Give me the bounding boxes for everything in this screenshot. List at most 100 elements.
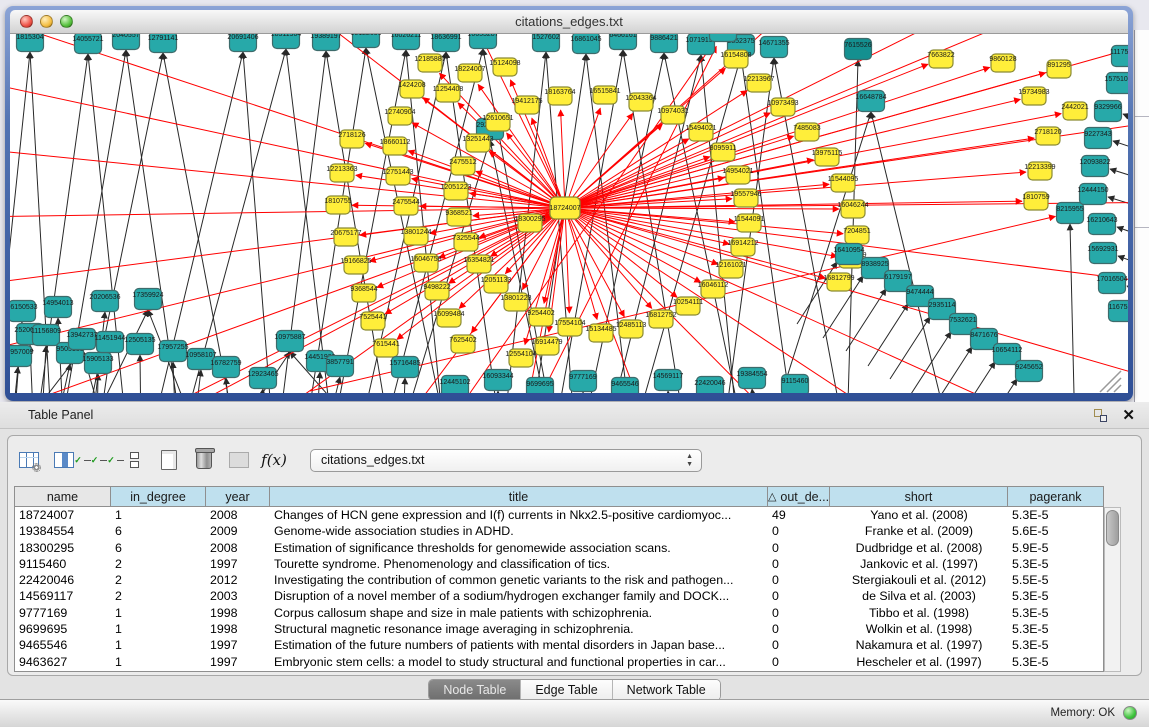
column-header-title[interactable]: title bbox=[270, 487, 768, 506]
table-cell[interactable]: Hescheler et al. (1997) bbox=[830, 654, 1008, 670]
scrollbar-thumb[interactable] bbox=[1106, 510, 1119, 546]
table-cell[interactable]: 5.6E-5 bbox=[1008, 523, 1103, 539]
table-cell[interactable]: 9463627 bbox=[15, 654, 111, 670]
table-cell[interactable]: Franke et al. (2009) bbox=[830, 523, 1008, 539]
table-cell[interactable]: 2009 bbox=[206, 523, 270, 539]
citation-graph[interactable]: 1815304140557212040557127911412069140618… bbox=[10, 34, 1128, 393]
tab-node-table[interactable]: Node Table bbox=[429, 680, 521, 700]
table-cell[interactable]: Embryonic stem cells: a model to study s… bbox=[270, 654, 768, 670]
table-row[interactable]: 1456911722003Disruption of a novel membe… bbox=[15, 588, 1103, 604]
window-titlebar[interactable]: citations_edges.txt bbox=[10, 10, 1128, 34]
table-cell[interactable]: 2 bbox=[111, 556, 206, 572]
table-cell[interactable]: Estimation of the future numbers of pati… bbox=[270, 637, 768, 653]
table-cell[interactable]: Corpus callosum shape and size in male p… bbox=[270, 605, 768, 621]
table-select-dropdown[interactable]: citations_edges.txt ▲▼ bbox=[310, 449, 702, 472]
table-row[interactable]: 2242004622012Investigating the contribut… bbox=[15, 572, 1103, 588]
table-cell[interactable]: 0 bbox=[768, 556, 830, 572]
table-cell[interactable]: 1 bbox=[111, 621, 206, 637]
table-cell[interactable]: 2012 bbox=[206, 572, 270, 588]
table-cell[interactable]: Estimation of significance thresholds fo… bbox=[270, 540, 768, 556]
close-panel-icon[interactable]: ✕ bbox=[1122, 406, 1135, 424]
column-header-out_de[interactable]: △out_de... bbox=[768, 487, 830, 506]
table-row[interactable]: 1938455462009Genome-wide association stu… bbox=[15, 523, 1103, 539]
merge-cells-icon[interactable] bbox=[121, 447, 147, 473]
table-cell[interactable]: 9777169 bbox=[15, 605, 111, 621]
network-view-window[interactable]: citations_edges.txt 18153041405572120405… bbox=[5, 6, 1133, 401]
table-cell[interactable]: Nakamura et al. (1997) bbox=[830, 637, 1008, 653]
table-cell[interactable]: Disruption of a novel member of a sodium… bbox=[270, 588, 768, 604]
table-cell[interactable]: 2 bbox=[111, 588, 206, 604]
table-cell[interactable]: 6 bbox=[111, 523, 206, 539]
table-row[interactable]: 946554611997Estimation of the future num… bbox=[15, 637, 1103, 653]
table-cell[interactable]: 0 bbox=[768, 637, 830, 653]
table-cell[interactable]: 49 bbox=[768, 507, 830, 523]
column-header-year[interactable]: year bbox=[206, 487, 270, 506]
table-cell[interactable]: Dudbridge et al. (2008) bbox=[830, 540, 1008, 556]
table-cell[interactable]: 5.5E-5 bbox=[1008, 572, 1103, 588]
table-cell[interactable]: 22420046 bbox=[15, 572, 111, 588]
table-settings-icon[interactable] bbox=[16, 447, 42, 473]
table-cell[interactable]: Tibbo et al. (1998) bbox=[830, 605, 1008, 621]
table-cell[interactable]: 1 bbox=[111, 605, 206, 621]
resize-grip-icon[interactable] bbox=[1100, 371, 1121, 392]
table-cell[interactable]: 0 bbox=[768, 588, 830, 604]
table-cell[interactable]: 1 bbox=[111, 654, 206, 670]
function-builder-icon[interactable]: f(x) bbox=[261, 447, 287, 473]
table-cell[interactable]: 1997 bbox=[206, 654, 270, 670]
select-rows-icon[interactable]: ✓✓✓ bbox=[86, 447, 112, 473]
column-header-short[interactable]: short bbox=[830, 487, 1008, 506]
table-cell[interactable]: 0 bbox=[768, 523, 830, 539]
table-cell[interactable]: 5.3E-5 bbox=[1008, 621, 1103, 637]
table-cell[interactable]: 1 bbox=[111, 637, 206, 653]
table-cell[interactable]: 1998 bbox=[206, 621, 270, 637]
table-cell[interactable]: 0 bbox=[768, 540, 830, 556]
table-cell[interactable]: 5.9E-5 bbox=[1008, 540, 1103, 556]
table-cell[interactable]: 9115460 bbox=[15, 556, 111, 572]
table-cell[interactable]: 5.3E-5 bbox=[1008, 556, 1103, 572]
graph-node[interactable] bbox=[710, 34, 737, 42]
table-row[interactable]: 969969511998Structural magnetic resonanc… bbox=[15, 621, 1103, 637]
table-row[interactable]: 977716911998Corpus callosum shape and si… bbox=[15, 605, 1103, 621]
table-cell[interactable]: de Silva et al. (2003) bbox=[830, 588, 1008, 604]
float-panel-icon[interactable] bbox=[1094, 409, 1107, 422]
table-row[interactable]: 1830029562008Estimation of significance … bbox=[15, 540, 1103, 556]
table-cell[interactable]: 5.3E-5 bbox=[1008, 507, 1103, 523]
table-row[interactable]: 946362711997Embryonic stem cells: a mode… bbox=[15, 654, 1103, 670]
table-cell[interactable]: 5.3E-5 bbox=[1008, 654, 1103, 670]
table-cell[interactable]: 6 bbox=[111, 540, 206, 556]
table-scrollbar[interactable] bbox=[1104, 507, 1121, 672]
column-header-pagerank[interactable]: pagerank bbox=[1008, 487, 1103, 506]
table-cell[interactable]: 14569117 bbox=[15, 588, 111, 604]
new-table-icon[interactable] bbox=[156, 447, 182, 473]
table-cell[interactable]: 1997 bbox=[206, 556, 270, 572]
table-cell[interactable]: 0 bbox=[768, 572, 830, 588]
table-cell[interactable]: 5.3E-5 bbox=[1008, 637, 1103, 653]
table-cell[interactable]: 5.3E-5 bbox=[1008, 588, 1103, 604]
column-header-in_degree[interactable]: in_degree bbox=[111, 487, 206, 506]
table-cell[interactable]: 1997 bbox=[206, 637, 270, 653]
table-cell[interactable]: Tourette syndrome. Phenomenology and cla… bbox=[270, 556, 768, 572]
network-canvas[interactable]: 1815304140557212040557127911412069140618… bbox=[10, 34, 1128, 393]
table-cell[interactable]: Stergiakouli et al. (2012) bbox=[830, 572, 1008, 588]
table-row[interactable]: 911546021997Tourette syndrome. Phenomeno… bbox=[15, 556, 1103, 572]
table-cell[interactable]: Wolkin et al. (1998) bbox=[830, 621, 1008, 637]
table-cell[interactable]: 18300295 bbox=[15, 540, 111, 556]
tab-network-table[interactable]: Network Table bbox=[613, 680, 720, 700]
table-cell[interactable]: 19384554 bbox=[15, 523, 111, 539]
tab-edge-table[interactable]: Edge Table bbox=[521, 680, 612, 700]
table-cell[interactable]: 0 bbox=[768, 621, 830, 637]
table-row[interactable]: 1872400712008Changes of HCN gene express… bbox=[15, 507, 1103, 523]
table-cell[interactable]: 5.3E-5 bbox=[1008, 605, 1103, 621]
table-cell[interactable]: 9699695 bbox=[15, 621, 111, 637]
table-cell[interactable]: Genome-wide association studies in ADHD. bbox=[270, 523, 768, 539]
table-cell[interactable]: 1 bbox=[111, 507, 206, 523]
table-cell[interactable]: 0 bbox=[768, 654, 830, 670]
delete-table-icon[interactable] bbox=[191, 447, 217, 473]
table-cell[interactable]: 2 bbox=[111, 572, 206, 588]
import-table-icon[interactable] bbox=[226, 447, 252, 473]
table-cell[interactable]: Yano et al. (2008) bbox=[830, 507, 1008, 523]
table-cell[interactable]: 18724007 bbox=[15, 507, 111, 523]
table-cell[interactable]: 1998 bbox=[206, 605, 270, 621]
table-cell[interactable]: Investigating the contribution of common… bbox=[270, 572, 768, 588]
table-cell[interactable]: 0 bbox=[768, 605, 830, 621]
